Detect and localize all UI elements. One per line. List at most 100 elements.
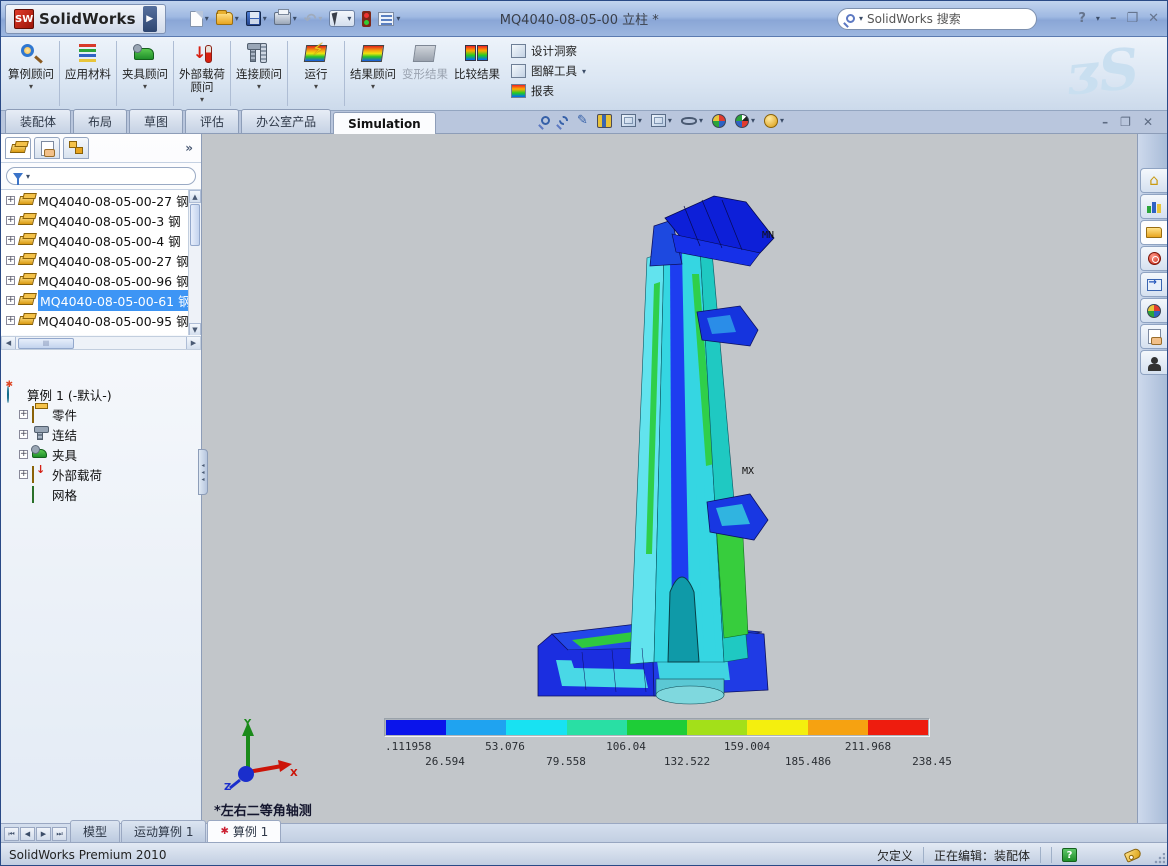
undo-button[interactable]: ↶▾	[304, 12, 323, 26]
edit-appearance-button[interactable]	[712, 114, 726, 128]
last-tab-icon[interactable]: ⏭	[52, 827, 67, 841]
expand-icon[interactable]: +	[19, 450, 28, 459]
tab-assembly[interactable]: 装配体	[5, 109, 71, 133]
tag-icon[interactable]	[1124, 847, 1143, 863]
expand-icon[interactable]: +	[6, 236, 15, 245]
quick-tips-icon[interactable]: ?	[1062, 848, 1077, 862]
view-settings-button[interactable]: ▾	[764, 114, 784, 128]
study-connections-item[interactable]: +连结	[7, 424, 201, 444]
compare-results-button[interactable]: 比较结果	[451, 37, 503, 110]
open-button[interactable]: ▾	[216, 12, 239, 25]
tab-layout[interactable]: 布局	[73, 109, 127, 133]
select-tool-button[interactable]: ▾	[329, 10, 355, 27]
doc-minimize-button[interactable]: –	[1102, 115, 1108, 129]
zoom-to-fit-button[interactable]	[541, 116, 550, 125]
results-advisor-button[interactable]: 结果顾问▾	[347, 37, 399, 110]
doc-close-button[interactable]: ✕	[1143, 115, 1153, 129]
motion-study-tab[interactable]: 运动算例 1	[121, 820, 206, 842]
hscrollbar-thumb[interactable]: ⦀⦀	[18, 338, 74, 349]
tree-item-selected[interactable]: +MQ4040-08-05-00-61 钢	[1, 290, 201, 310]
toggle-states-button[interactable]	[362, 11, 371, 27]
study-external-loads-item[interactable]: +外部载荷	[7, 464, 201, 484]
view-palette-tab[interactable]	[1140, 272, 1167, 297]
display-style-button[interactable]: ▾	[651, 114, 672, 127]
help-dropdown-icon[interactable]: ▾	[1096, 14, 1100, 23]
resize-grip[interactable]	[1153, 853, 1165, 865]
run-button[interactable]: ⚡ 运行▾	[290, 37, 342, 110]
tab-simulation[interactable]: Simulation	[333, 112, 436, 134]
study-fixtures-item[interactable]: +夹具	[7, 444, 201, 464]
tree-filter-input[interactable]: ▾	[6, 167, 196, 185]
expand-icon[interactable]: +	[19, 430, 28, 439]
section-view-button[interactable]	[597, 114, 612, 128]
study-advisor-button[interactable]: 算例顾问▾	[5, 37, 57, 110]
expand-icon[interactable]: +	[6, 216, 15, 225]
design-library-tab[interactable]	[1140, 194, 1167, 219]
zoom-to-selection-button[interactable]: ✎	[577, 113, 588, 128]
tree-item[interactable]: +MQ4040-08-05-00-27 钢	[1, 190, 201, 210]
feature-tree-tab[interactable]	[5, 137, 31, 159]
configuration-manager-tab[interactable]	[63, 137, 89, 159]
tab-office-products[interactable]: 办公室产品	[241, 109, 331, 133]
panel-overflow-chevron[interactable]: »	[185, 141, 197, 155]
expand-icon[interactable]: +	[19, 410, 28, 419]
built-in-libraries-tab[interactable]	[1140, 350, 1167, 375]
options-button[interactable]: ▾	[378, 12, 400, 26]
fixtures-advisor-button[interactable]: 夹具顾问▾	[119, 37, 171, 110]
scroll-right-icon[interactable]: ▶	[186, 337, 200, 349]
panel-splitter-handle[interactable]: ◂◂◂	[198, 449, 208, 495]
file-explorer-tab[interactable]	[1140, 220, 1167, 245]
print-button[interactable]: ▾	[274, 12, 297, 25]
search-tab[interactable]	[1140, 246, 1167, 271]
scrollbar-thumb[interactable]	[190, 204, 200, 246]
help-button[interactable]: ?	[1078, 11, 1086, 26]
tree-vertical-scrollbar[interactable]: ▲ ▼	[188, 190, 201, 335]
property-manager-tab[interactable]	[34, 137, 60, 159]
first-tab-icon[interactable]: ⏮	[4, 827, 19, 841]
prev-tab-icon[interactable]: ◀	[20, 827, 35, 841]
tree-item[interactable]: +MQ4040-08-05-00-3 钢	[1, 210, 201, 230]
save-button[interactable]: ▾	[246, 11, 267, 26]
tree-item[interactable]: +MQ4040-08-05-00-96 钢	[1, 270, 201, 290]
next-tab-icon[interactable]: ▶	[36, 827, 51, 841]
zoom-to-area-button[interactable]	[559, 116, 568, 125]
scroll-left-icon[interactable]: ◀	[2, 337, 16, 349]
filter-dropdown-icon[interactable]: ▾	[26, 172, 30, 181]
tab-evaluate[interactable]: 评估	[185, 109, 239, 133]
hide-show-items-button[interactable]: ▾	[681, 116, 703, 125]
tree-item[interactable]: +MQ4040-08-05-00-95 钢	[1, 310, 201, 330]
apply-scene-button[interactable]: ▾	[735, 114, 755, 128]
plot-tools-button[interactable]: 图解工具▾	[511, 63, 586, 79]
menu-expand-arrow-icon[interactable]: ▶	[143, 6, 157, 32]
scroll-down-icon[interactable]: ▼	[189, 323, 201, 335]
tree-horizontal-scrollbar[interactable]: ◀ ⦀⦀ ▶	[1, 336, 201, 350]
study-mesh-item[interactable]: 网格	[7, 484, 201, 504]
close-button[interactable]: ✕	[1148, 11, 1159, 26]
view-orientation-button[interactable]: ▾	[621, 114, 642, 127]
search-dropdown-icon[interactable]: ▾	[859, 14, 863, 23]
model-tab[interactable]: 模型	[70, 820, 120, 842]
resources-tab[interactable]: ⌂	[1140, 168, 1167, 193]
search-box[interactable]: ▾ SolidWorks 搜索	[837, 8, 1037, 30]
expand-icon[interactable]: +	[6, 256, 15, 265]
expand-icon[interactable]: +	[6, 276, 15, 285]
tree-item[interactable]: +MQ4040-08-05-00-4 钢	[1, 230, 201, 250]
tree-item[interactable]: +MQ4040-08-05-00-27 钢	[1, 250, 201, 270]
expand-icon[interactable]: +	[6, 196, 15, 205]
doc-restore-button[interactable]: ❐	[1120, 115, 1131, 129]
scroll-up-icon[interactable]: ▲	[189, 190, 201, 203]
expand-icon[interactable]: +	[6, 316, 15, 325]
apply-material-button[interactable]: 应用材料	[62, 37, 114, 110]
maximize-button[interactable]: ❐	[1126, 11, 1138, 26]
study-root-item[interactable]: 算例 1 (-默认-)	[7, 384, 201, 404]
graphics-viewport[interactable]: MN MX .111958 26.594 53.076 79.558 106.0…	[202, 134, 1137, 823]
connections-advisor-button[interactable]: 连接顾问▾	[233, 37, 285, 110]
expand-icon[interactable]: +	[6, 296, 15, 305]
tab-sketch[interactable]: 草图	[129, 109, 183, 133]
study-parts-item[interactable]: +零件	[7, 404, 201, 424]
minimize-button[interactable]: –	[1110, 11, 1117, 26]
appearances-tab[interactable]	[1140, 298, 1167, 323]
external-loads-advisor-button[interactable]: ↓ 外部载荷顾问▾	[176, 37, 228, 110]
solidworks-menu-button[interactable]: SW SolidWorks ▶	[5, 4, 166, 34]
study-tab[interactable]: ✱算例 1	[207, 820, 281, 842]
